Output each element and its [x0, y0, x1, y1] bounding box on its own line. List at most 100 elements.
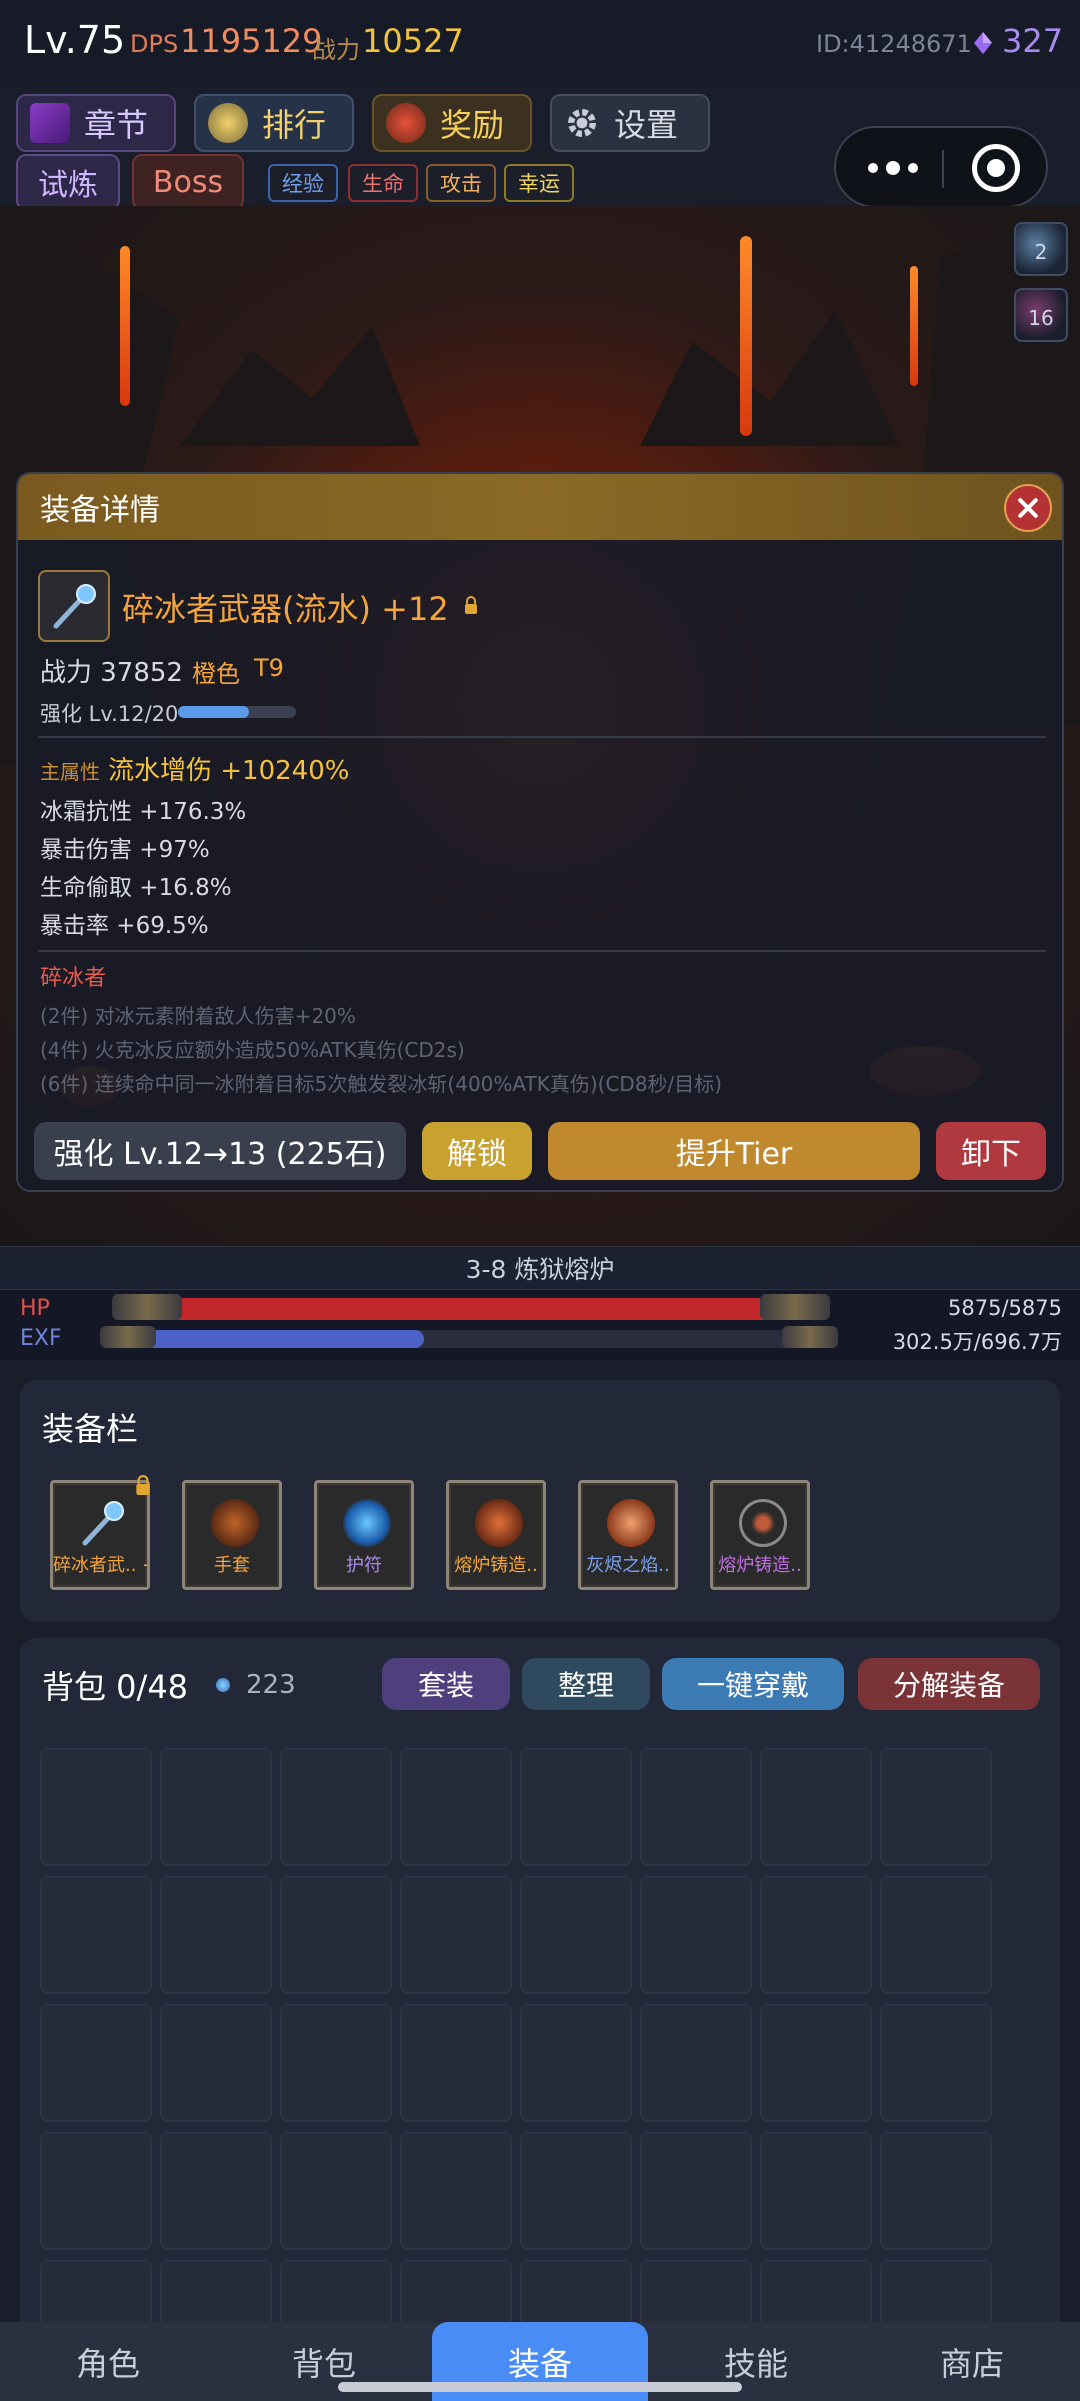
settings-button[interactable]: 设置: [550, 94, 710, 152]
close-button[interactable]: [1004, 484, 1052, 532]
bag-cell[interactable]: [160, 1876, 272, 1994]
amulet-icon: [343, 1499, 391, 1547]
power-value: 10527: [362, 22, 464, 60]
exp-tag[interactable]: 经验: [268, 164, 338, 202]
trophy-icon: [208, 103, 248, 143]
buff-shadow-icon[interactable]: 16: [1014, 288, 1068, 342]
bag-cell[interactable]: [520, 2132, 632, 2250]
bag-cell[interactable]: [880, 2132, 992, 2250]
nav-character[interactable]: 角色: [0, 2322, 216, 2401]
gift-icon: [386, 103, 426, 143]
equip-slot-boots[interactable]: 灰烬之焰..: [578, 1480, 678, 1590]
nav-shop[interactable]: 商店: [864, 2322, 1080, 2401]
item-power: 战力 37852: [40, 658, 183, 688]
user-id: ID:41248671: [816, 30, 972, 58]
bag-cell[interactable]: [160, 2004, 272, 2122]
bag-cell[interactable]: [280, 2004, 392, 2122]
bar-ornament-left: [112, 1294, 182, 1320]
bag-cell[interactable]: [640, 1876, 752, 1994]
book-icon: [30, 103, 70, 143]
equip-slot-weapon[interactable]: 碎冰者武.. +12: [50, 1475, 150, 1590]
bag-cell[interactable]: [520, 1876, 632, 1994]
buff-ice-icon[interactable]: 2: [1014, 222, 1068, 276]
life-tag[interactable]: 生命: [348, 164, 418, 202]
bag-cell[interactable]: [880, 1748, 992, 1866]
chapter-button[interactable]: 章节: [16, 94, 176, 152]
bag-cell[interactable]: [880, 1876, 992, 1994]
miniprogram-capsule: [834, 126, 1048, 208]
bag-cell[interactable]: [40, 2004, 152, 2122]
bag-cell[interactable]: [640, 2132, 752, 2250]
dismantle-button[interactable]: 分解装备: [858, 1658, 1040, 1710]
bag-cell[interactable]: [520, 2004, 632, 2122]
bag-cell[interactable]: [520, 1748, 632, 1866]
equip-slot-amulet[interactable]: 护符: [314, 1480, 414, 1590]
bag-cell[interactable]: [280, 1876, 392, 1994]
bar-ornament-left: [100, 1326, 156, 1348]
armor-icon: [475, 1499, 523, 1547]
bag-cell[interactable]: [880, 2004, 992, 2122]
bag-cell[interactable]: [640, 2004, 752, 2122]
bag-panel: 背包 0/48 223 套装 整理 一键穿戴 分解装备: [20, 1638, 1060, 2378]
modal-header: 装备详情: [18, 474, 1062, 540]
bag-cell[interactable]: [400, 2004, 512, 2122]
bag-cell[interactable]: [40, 1876, 152, 1994]
rank-button[interactable]: 排行: [194, 94, 354, 152]
exp-label: EXF: [20, 1326, 62, 1351]
equip-slot-armor[interactable]: 熔炉铸造..: [446, 1480, 546, 1590]
tier-up-button[interactable]: 提升Tier: [548, 1122, 920, 1180]
sub-attr: 暴击伤害 +97%: [40, 837, 210, 863]
sort-button[interactable]: 整理: [522, 1658, 650, 1710]
slot-label: 碎冰者武.. +12: [53, 1555, 147, 1576]
hp-value: 5875/5875: [948, 1296, 1062, 1320]
unlock-button[interactable]: 解锁: [422, 1122, 532, 1180]
unequip-button[interactable]: 卸下: [936, 1122, 1046, 1180]
bag-cell[interactable]: [40, 1748, 152, 1866]
bag-cell[interactable]: [400, 2132, 512, 2250]
boots-icon: [607, 1499, 655, 1547]
bag-cell[interactable]: [640, 1748, 752, 1866]
bag-cell[interactable]: [40, 2132, 152, 2250]
attack-tag[interactable]: 攻击: [426, 164, 496, 202]
necklace-icon: [739, 1499, 787, 1547]
top-bar: Lv.75 DPS 1195129 战力 10527 ID:41248671 3…: [0, 0, 1080, 88]
bag-cell[interactable]: [280, 1748, 392, 1866]
more-menu-button[interactable]: [868, 158, 928, 178]
home-indicator[interactable]: [338, 2382, 742, 2392]
set-button[interactable]: 套装: [382, 1658, 510, 1710]
bag-cell[interactable]: [400, 1876, 512, 1994]
luck-tag[interactable]: 幸运: [504, 164, 574, 202]
bag-cell[interactable]: [160, 1748, 272, 1866]
lock-icon: [465, 596, 477, 614]
equipment-panel-title: 装备栏: [42, 1410, 139, 1448]
boss-button[interactable]: Boss: [132, 154, 244, 210]
set-effect: (2件) 对冰元素附着敌人伤害+20%: [40, 1004, 356, 1028]
enhance-button[interactable]: 强化 Lv.12→13 (225石): [34, 1122, 406, 1180]
hp-label: HP: [20, 1296, 50, 1321]
bag-cell[interactable]: [760, 2004, 872, 2122]
equip-all-button[interactable]: 一键穿戴: [662, 1658, 844, 1710]
bar-ornament-right: [782, 1326, 838, 1348]
sub-attr: 暴击率 +69.5%: [40, 913, 209, 939]
ice-staff-icon: [53, 584, 96, 629]
sub-attr: 冰霜抗性 +176.3%: [40, 799, 247, 825]
reward-button[interactable]: 奖励: [372, 94, 532, 152]
bag-cell[interactable]: [760, 1748, 872, 1866]
main-attr-label: 主属性: [40, 760, 100, 784]
bag-cell[interactable]: [400, 1748, 512, 1866]
bag-cell[interactable]: [280, 2132, 392, 2250]
stone-icon: [216, 1678, 230, 1692]
bag-cell[interactable]: [160, 2132, 272, 2250]
equip-slot-necklace[interactable]: 熔炉铸造..: [710, 1480, 810, 1590]
bag-cell[interactable]: [760, 2132, 872, 2250]
bag-cell[interactable]: [760, 1876, 872, 1994]
equip-slot-gloves[interactable]: 手套: [182, 1480, 282, 1590]
gem-icon: [974, 32, 992, 54]
dps-label: DPS: [130, 30, 179, 58]
trial-button[interactable]: 试炼: [16, 154, 120, 210]
slot-label: 手套: [214, 1555, 250, 1576]
exp-value: 302.5万/696.7万: [892, 1330, 1062, 1354]
enhance-progress-fill: [178, 706, 249, 718]
close-miniprogram-button[interactable]: [972, 144, 1020, 192]
bag-title: 背包 0/48: [42, 1668, 189, 1706]
